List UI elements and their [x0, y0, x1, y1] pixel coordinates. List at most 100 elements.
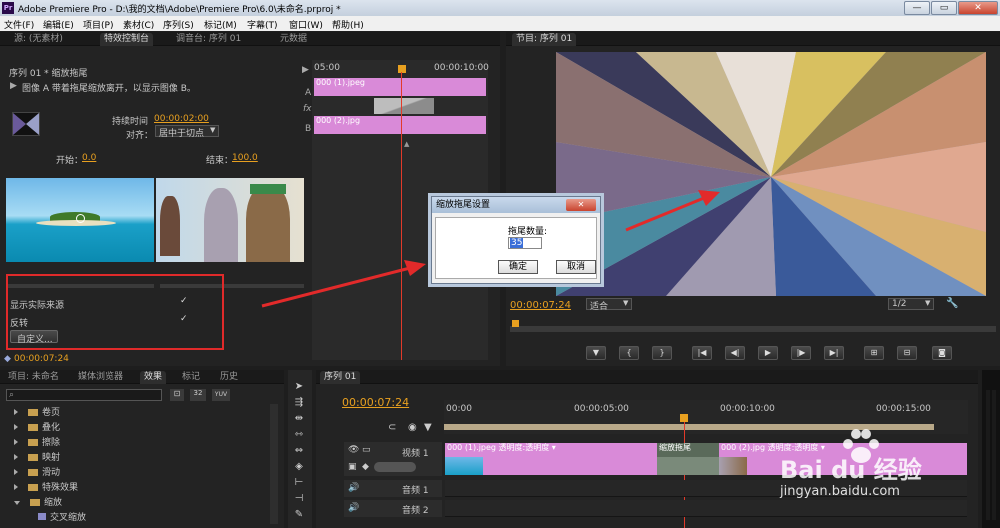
export-frame-button[interactable]: ◙	[932, 346, 952, 360]
tab-audio-mixer[interactable]: 调音台: 序列 01	[172, 33, 245, 46]
menu-window[interactable]: 窗口(W)	[289, 18, 323, 31]
menu-marker[interactable]: 标记(M)	[204, 18, 237, 31]
tab-effects[interactable]: 效果	[140, 371, 167, 384]
step-back-button[interactable]: ◀|	[725, 346, 745, 360]
resolution-dropdown[interactable]: 1/2 ▼	[888, 298, 934, 310]
add-marker-icon[interactable]: ◉	[408, 422, 417, 433]
32bit-effects-icon[interactable]: 32	[190, 389, 206, 401]
tab-effect-controls[interactable]: 特效控制台	[100, 33, 154, 46]
playhead-handle[interactable]	[398, 65, 406, 73]
menu-project[interactable]: 项目(P)	[83, 18, 113, 31]
tab-program-monitor[interactable]: 节目: 序列 01	[512, 33, 577, 46]
tab-project[interactable]: 项目: 未命名	[4, 371, 63, 384]
end-value[interactable]: 100.0	[232, 153, 258, 163]
play-transition-icon[interactable]: ▶	[302, 65, 309, 75]
marker-icon[interactable]: ▼	[424, 422, 432, 433]
align-dropdown[interactable]: 居中于切点 ▼	[155, 125, 219, 139]
menu-edit[interactable]: 编辑(E)	[43, 18, 74, 31]
accelerated-effects-icon[interactable]: ⊡	[170, 389, 184, 401]
effects-folder-zoom[interactable]: 缩放	[14, 496, 62, 510]
minimize-button[interactable]: —	[904, 1, 930, 15]
tab-markers[interactable]: 标记	[178, 371, 204, 384]
program-playhead[interactable]	[512, 320, 519, 327]
eye-icon[interactable]: 👁	[348, 445, 359, 455]
tab-source[interactable]: 源: (无素材)	[10, 33, 67, 46]
slip-tool-icon[interactable]: ⊢	[291, 476, 307, 490]
mini-clip-b[interactable]: 000 (2).jpg	[314, 116, 486, 134]
effects-folder-special-effect[interactable]: 特殊效果	[14, 481, 78, 495]
extract-button[interactable]: ⊟	[897, 346, 917, 360]
ripple-edit-tool-icon[interactable]: ⇹	[291, 412, 307, 426]
audio-track-1-header[interactable]: 🔊 音频 1	[344, 480, 442, 497]
keyframe-nav[interactable]	[374, 462, 416, 472]
duration-value[interactable]: 00:00:02:00	[154, 114, 209, 124]
dialog-cancel-button[interactable]: 取消	[556, 260, 596, 274]
menu-clip[interactable]: 素材(C)	[123, 18, 154, 31]
display-style-icon[interactable]: ▣	[348, 462, 357, 472]
trails-count-input[interactable]: 35	[508, 237, 542, 249]
go-to-out-button[interactable]: ▶|	[824, 346, 844, 360]
speaker-icon[interactable]: 🔊	[348, 503, 359, 513]
wrench-icon[interactable]: 🔧	[946, 298, 958, 309]
play-button[interactable]: ▶	[758, 346, 778, 360]
program-scrub-bar[interactable]	[510, 326, 996, 332]
go-to-in-button[interactable]: |◀	[692, 346, 712, 360]
maximize-button[interactable]: ▭	[931, 1, 957, 15]
lift-button[interactable]: ⊞	[864, 346, 884, 360]
mini-transition-block[interactable]	[374, 98, 434, 114]
step-forward-button[interactable]: |▶	[791, 346, 811, 360]
add-marker-button[interactable]: ▼	[586, 346, 606, 360]
tab-media-browser[interactable]: 媒体浏览器	[74, 371, 127, 384]
menu-title[interactable]: 字幕(T)	[247, 18, 278, 31]
timeline-timecode[interactable]: 00:00:07:24	[342, 396, 409, 409]
start-value[interactable]: 0.0	[82, 153, 96, 163]
slide-tool-icon[interactable]: ⊣	[291, 492, 307, 506]
mark-in-button[interactable]: {	[619, 346, 639, 360]
speaker-icon[interactable]: 🔊	[348, 483, 359, 493]
show-actual-sources-checkbox[interactable]: ✓	[180, 296, 188, 306]
mini-clip-a[interactable]: 000 (1).jpeg	[314, 78, 486, 96]
timeline-clip-1[interactable]: 000 (1).jpeg 透明度:透明度 ▾	[445, 443, 657, 457]
yuv-effects-icon[interactable]: YUV	[212, 389, 230, 401]
timeline-transition[interactable]: 缩放拖尾	[657, 443, 719, 457]
keyframe-icon[interactable]: ◆	[362, 462, 369, 472]
menu-help[interactable]: 帮助(H)	[332, 18, 364, 31]
effects-folder-slide[interactable]: 滑动	[14, 466, 60, 480]
rolling-edit-tool-icon[interactable]: ⇿	[291, 428, 307, 442]
dialog-ok-button[interactable]: 确定	[498, 260, 538, 274]
video-track-header[interactable]: 👁 ▭ 视频 1 ▣ ◆	[344, 442, 442, 476]
razor-tool-icon[interactable]: ◈	[291, 460, 307, 474]
track-select-tool-icon[interactable]: ⇶	[291, 396, 307, 410]
effects-scrollbar[interactable]	[270, 404, 278, 524]
pen-tool-icon[interactable]: ✎	[291, 508, 307, 522]
effects-folder-wipe[interactable]: 擦除	[14, 436, 60, 450]
effects-folder-map[interactable]: 映射	[14, 451, 60, 465]
program-timecode[interactable]: 00:00:07:24	[510, 300, 571, 311]
selection-tool-icon[interactable]: ➤	[291, 380, 307, 394]
menu-file[interactable]: 文件(F)	[4, 18, 34, 31]
expand-description-icon[interactable]: ▶	[10, 81, 17, 91]
reverse-checkbox[interactable]: ✓	[180, 314, 188, 324]
effect-timecode[interactable]: 00:00:07:24	[14, 354, 69, 364]
mark-out-button[interactable]: }	[652, 346, 672, 360]
snap-icon[interactable]: ⊂	[388, 422, 396, 433]
tab-history[interactable]: 历史	[216, 371, 242, 384]
rate-stretch-tool-icon[interactable]: ⇔	[291, 444, 307, 458]
menu-sequence[interactable]: 序列(S)	[163, 18, 194, 31]
clip-1-body[interactable]	[483, 457, 657, 475]
lock-icon[interactable]: ▭	[362, 445, 371, 455]
tab-metadata[interactable]: 元数据	[276, 33, 311, 46]
transition-body[interactable]	[657, 457, 719, 475]
effects-folder-dissolve[interactable]: 叠化	[14, 421, 60, 435]
center-point-handle[interactable]	[76, 214, 85, 223]
fit-dropdown[interactable]: 适合 ▼	[586, 298, 632, 312]
dialog-close-button[interactable]: ✕	[566, 199, 596, 211]
effects-folder-page-peel[interactable]: 卷页	[14, 406, 60, 420]
audio-track-2-header[interactable]: 🔊 音频 2	[344, 500, 442, 517]
effects-search-input[interactable]: ⌕	[6, 389, 162, 401]
timeline-playhead-handle[interactable]	[680, 414, 688, 422]
close-window-button[interactable]: ✕	[958, 1, 998, 15]
custom-button[interactable]: 自定义...	[10, 330, 58, 345]
effect-item-cross-zoom[interactable]: 交叉缩放	[38, 511, 86, 525]
tab-sequence-01[interactable]: 序列 01	[320, 371, 361, 384]
